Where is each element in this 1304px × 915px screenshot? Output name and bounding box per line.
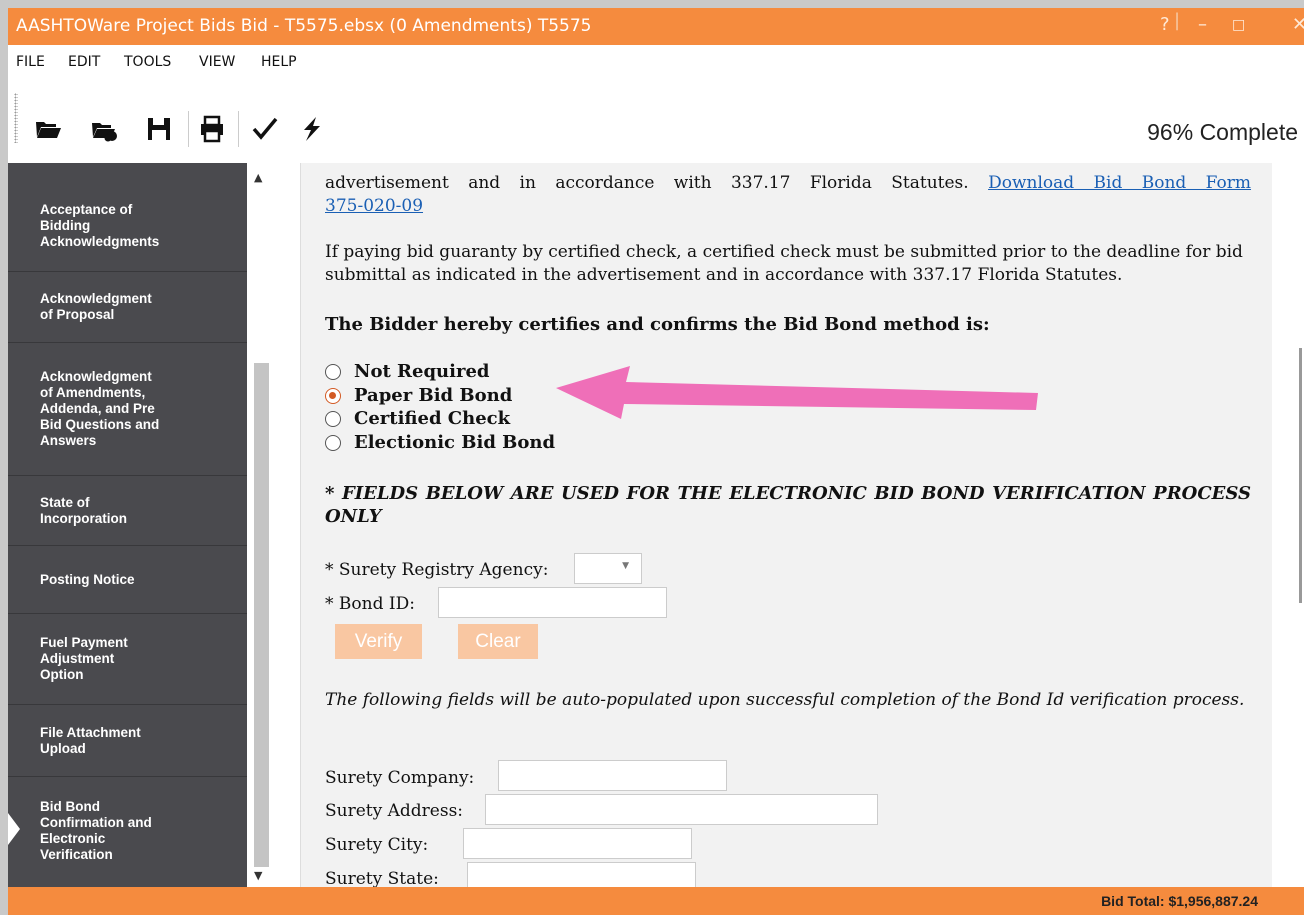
paragraph-text: advertisement and in accordance with 337… (325, 173, 969, 193)
progress-label: 96% Complete (1147, 119, 1298, 145)
scrollbar-thumb[interactable] (1299, 348, 1302, 603)
scroll-up-icon[interactable]: ▲ (254, 171, 262, 184)
surety-address-label: Surety Address: (325, 801, 464, 821)
sidebar-item-label: Fuel Payment Adjustment Option (40, 635, 128, 682)
sidebar-item-file-attachment-upload[interactable]: File Attachment Upload (8, 705, 247, 777)
auto-populate-note: The following fields will be auto-popula… (325, 690, 1245, 710)
radio-paper-bid-bond[interactable]: Paper Bid Bond (325, 385, 512, 406)
chevron-down-icon: ▼ (622, 561, 629, 571)
status-bar: Bid Total: $1,956,887.24 (8, 887, 1304, 915)
bid-bond-paragraph: advertisement and in accordance with 337… (325, 172, 1251, 195)
sidebar-item-bid-bond-confirmation[interactable]: Bid Bond Confirmation and Electronic Ver… (8, 777, 247, 885)
surety-city-input[interactable] (463, 828, 692, 859)
surety-state-input[interactable] (467, 862, 696, 887)
active-item-indicator (8, 813, 20, 845)
maximize-button[interactable]: □ (1232, 17, 1245, 33)
check-icon[interactable] (251, 115, 279, 143)
surety-company-label: Surety Company: (325, 768, 475, 788)
scroll-down-icon[interactable]: ▼ (254, 869, 262, 882)
radio-label: Certified Check (354, 408, 511, 429)
sidebar-item-label: Posting Notice (40, 571, 135, 587)
help-icon[interactable]: ? (1160, 14, 1170, 35)
menu-view[interactable]: VIEW (199, 54, 235, 70)
sidebar-item-label: File Attachment Upload (40, 724, 141, 756)
sidebar-item-acceptance-of-bidding-acknowledgments[interactable]: Acceptance of Bidding Acknowledgments (8, 180, 247, 272)
open-folder-icon[interactable] (34, 115, 62, 143)
sidebar-item-label: State of Incorporation (40, 494, 127, 526)
radio-circle[interactable] (325, 363, 341, 380)
print-icon[interactable] (198, 115, 226, 143)
content-scrollbar[interactable] (1272, 163, 1304, 887)
download-bid-bond-link-form-number[interactable]: 375-020-09 (325, 196, 423, 216)
title-separator: | (1174, 10, 1181, 31)
bond-id-label: * Bond ID: (325, 594, 415, 614)
toolbar-separator (238, 111, 239, 147)
scrollbar-thumb[interactable] (254, 363, 269, 867)
sidebar-item-label: Bid Bond Confirmation and Electronic Ver… (40, 799, 152, 862)
sidebar-item-label: Acceptance of Bidding Acknowledgments (40, 201, 160, 249)
sidebar-item-state-of-incorporation[interactable]: State of Incorporation (8, 476, 247, 546)
radio-electronic-bid-bond[interactable]: Electionic Bid Bond (325, 432, 555, 453)
radio-not-required[interactable]: Not Required (325, 361, 489, 382)
certify-heading: The Bidder hereby certifies and confirms… (325, 314, 990, 335)
menu-file[interactable]: FILE (16, 54, 45, 70)
menu-tools[interactable]: TOOLS (124, 54, 171, 70)
bid-total: Bid Total: $1,956,887.24 (1101, 893, 1258, 909)
sidebar-item-acknowledgment-of-amendments[interactable]: Acknowledgment of Amendments, Addenda, a… (8, 343, 247, 476)
application-window: AASHTOWare Project Bids Bid - T5575.ebsx… (8, 8, 1304, 915)
open-folder-cloud-icon[interactable] (90, 115, 118, 143)
bond-id-input[interactable] (438, 587, 667, 618)
clear-button[interactable]: Clear (458, 624, 538, 659)
toolbar-separator (188, 111, 189, 147)
menu-edit[interactable]: EDIT (68, 54, 100, 70)
sidebar-scrollbar[interactable]: ▲ ▼ (247, 163, 277, 887)
bid-bond-form: advertisement and in accordance with 337… (300, 163, 1274, 887)
surety-state-label: Surety State: (325, 869, 439, 887)
verify-button[interactable]: Verify (335, 624, 422, 659)
surety-company-input[interactable] (498, 760, 727, 791)
radio-label: Paper Bid Bond (354, 385, 513, 406)
sidebar-item-acknowledgment-of-proposal[interactable]: Acknowledgment of Proposal (8, 272, 247, 343)
radio-label: Electionic Bid Bond (354, 432, 556, 453)
window-title: AASHTOWare Project Bids Bid - T5575.ebsx… (16, 16, 592, 36)
sidebar-item-label: Acknowledgment of Proposal (40, 291, 152, 322)
radio-certified-check[interactable]: Certified Check (325, 408, 510, 429)
download-bid-bond-link[interactable]: Download Bid Bond Form (988, 173, 1251, 193)
radio-label: Not Required (354, 361, 490, 382)
surety-address-input[interactable] (485, 794, 878, 825)
electronic-fields-notice: * FIELDS BELOW ARE USED FOR THE ELECTRON… (325, 483, 1251, 527)
toolbar-grip[interactable] (14, 93, 18, 143)
menu-help[interactable]: HELP (261, 54, 297, 70)
sidebar-item-posting-notice[interactable]: Posting Notice (8, 546, 247, 614)
save-icon[interactable] (145, 115, 173, 143)
surety-registry-label: * Surety Registry Agency: (325, 560, 549, 580)
sidebar-item-label: Acknowledgment of Amendments, Addenda, a… (40, 369, 160, 448)
bid-bond-paragraph-cont: 375-020-09 (325, 195, 1251, 218)
radio-circle[interactable] (325, 434, 341, 451)
radio-circle[interactable] (325, 410, 341, 427)
minimize-button[interactable]: – (1198, 14, 1207, 35)
lightning-icon[interactable] (298, 115, 326, 143)
menu-bar: FILE EDIT TOOLS VIEW HELP (8, 45, 1304, 75)
sidebar-item-fuel-payment-adjustment-option[interactable]: Fuel Payment Adjustment Option (8, 614, 247, 705)
certified-check-paragraph: If paying bid guaranty by certified chec… (325, 242, 1243, 285)
annotation-arrow-icon (556, 366, 1038, 419)
radio-circle-selected[interactable] (325, 387, 341, 404)
toolbar: 96% Complete (8, 75, 1304, 164)
surety-city-label: Surety City: (325, 835, 429, 855)
clipped-text-line (325, 163, 1251, 172)
surety-registry-select[interactable]: ▼ (574, 553, 642, 584)
close-button[interactable]: ✕ (1292, 14, 1304, 35)
title-bar: AASHTOWare Project Bids Bid - T5575.ebsx… (8, 8, 1304, 45)
